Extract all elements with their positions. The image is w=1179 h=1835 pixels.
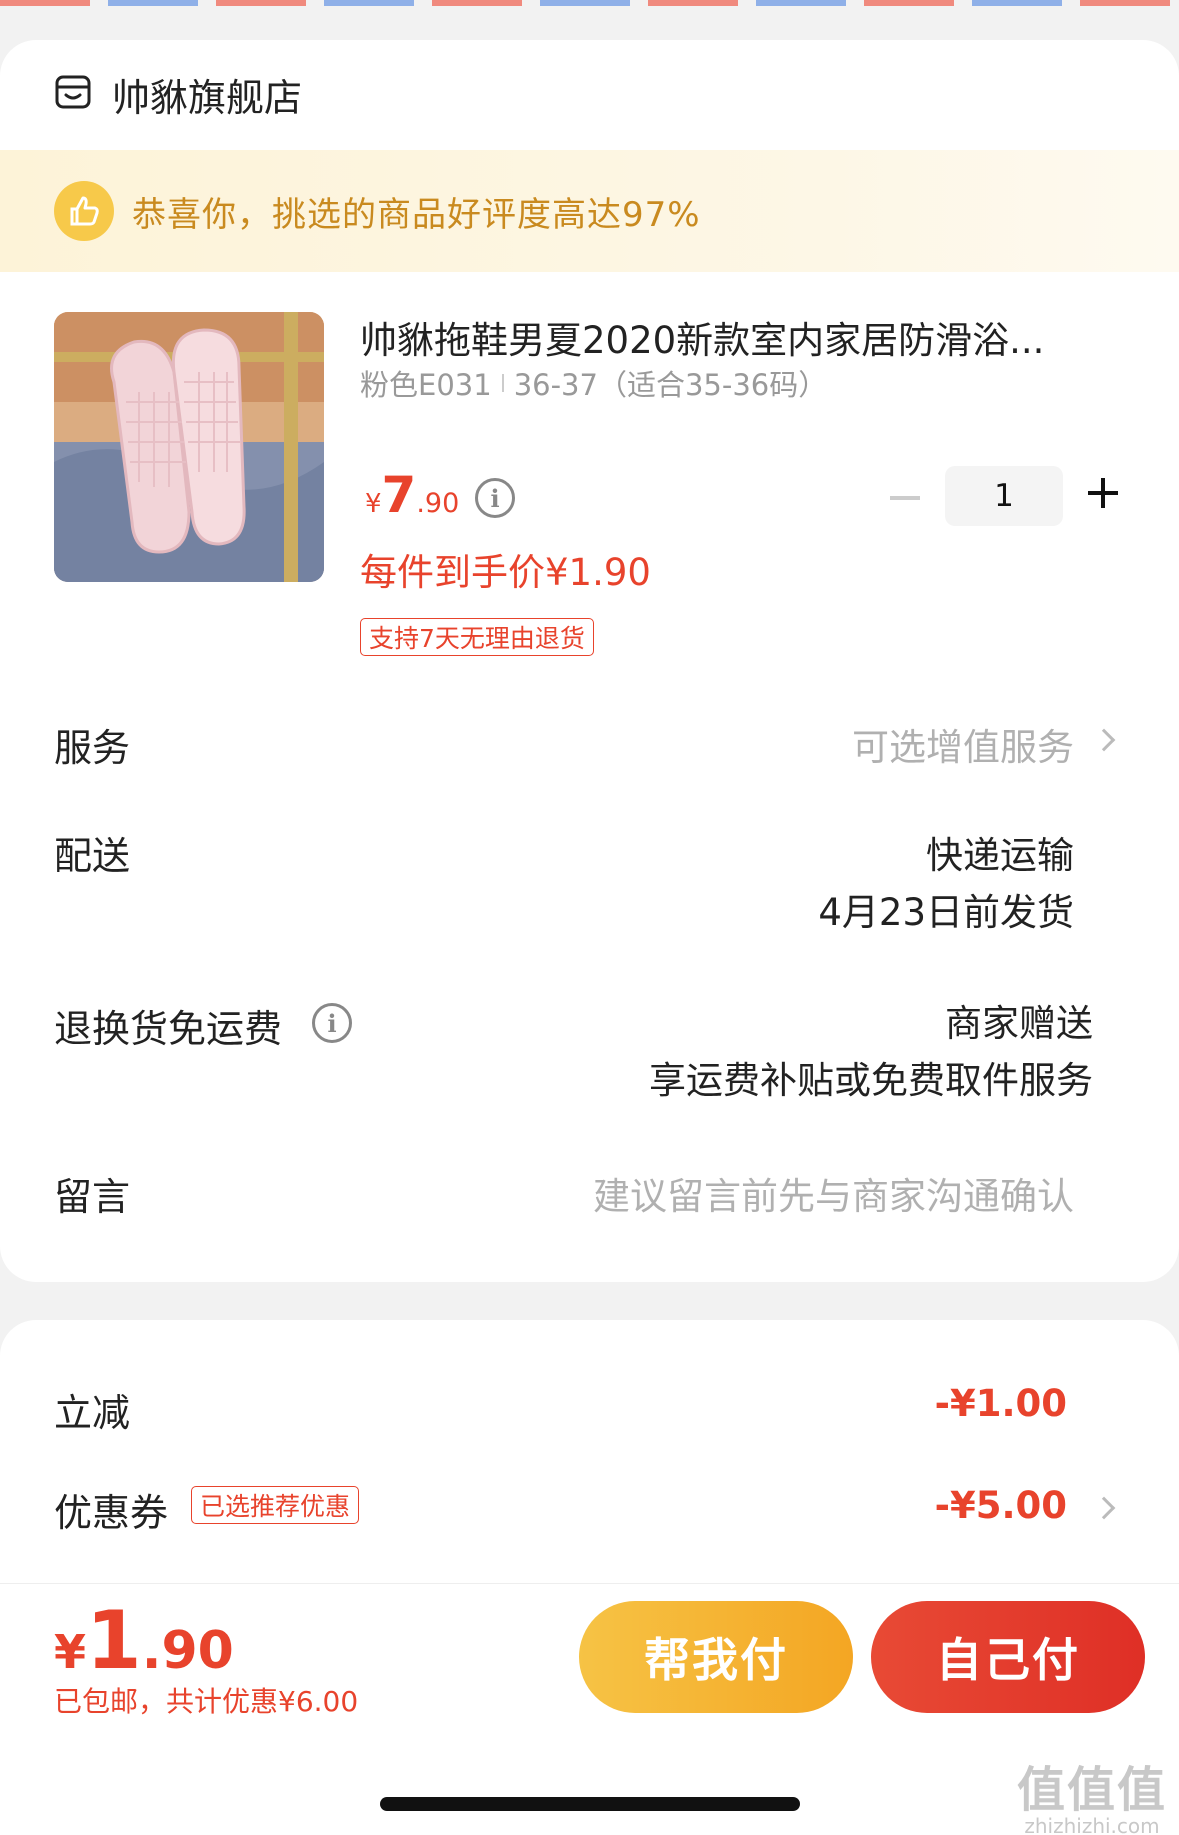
rating-banner: 恭喜你，挑选的商品好评度高达97% <box>0 150 1179 272</box>
total-price: ¥1.90 <box>54 1594 234 1687</box>
quantity-decrease-button[interactable] <box>890 496 920 500</box>
product-title[interactable]: 帅貅拖鞋男夏2020新款室内家居防滑浴... <box>360 310 1120 364</box>
product-spec[interactable]: 粉色E031 36-37（适合35-36码） <box>360 362 827 404</box>
thumbs-up-icon <box>54 181 114 241</box>
return-policy-badge: 支持7天无理由退货 <box>360 618 594 656</box>
total-integer: 1 <box>86 1594 142 1687</box>
instant-discount-value: -¥1.00 <box>934 1382 1067 1425</box>
coupon-label: 优惠券 <box>54 1491 169 1535</box>
delivery-method: 快递运输 <box>926 834 1074 877</box>
total-summary: 已包邮，共计优惠¥6.00 <box>54 1685 359 1718</box>
airmail-stripe <box>0 0 1179 6</box>
message-label: 留言 <box>54 1175 131 1219</box>
coupon-badge: 已选推荐优惠 <box>191 1486 360 1524</box>
delivery-date: 4月23日前发货 <box>818 891 1074 934</box>
return-info-icon[interactable]: i <box>312 1003 352 1043</box>
store-name: 帅貅旗舰店 <box>112 75 303 120</box>
watermark: 值值值 zhizhizhi.com <box>1017 1750 1167 1835</box>
store-header[interactable]: 帅貅旗舰店 <box>54 64 302 124</box>
store-icon <box>54 73 92 115</box>
total-decimal: .90 <box>141 1621 234 1681</box>
price-decimal: .90 <box>416 488 460 519</box>
price-integer: 7 <box>381 466 417 524</box>
return-shipping-detail: 享运费补贴或免费取件服务 <box>649 1059 1093 1102</box>
delivery-label: 配送 <box>54 834 131 878</box>
return-shipping-value: 商家赠送 <box>945 1002 1093 1045</box>
quantity-increase-button[interactable] <box>1088 478 1118 508</box>
spec-size: 36-37（适合35-36码） <box>513 368 828 402</box>
return-shipping-label: 退换货免运费 <box>54 1007 283 1051</box>
quantity-input[interactable]: 1 <box>945 466 1063 526</box>
rating-text: 恭喜你，挑选的商品好评度高达97% <box>132 195 701 235</box>
product-image[interactable] <box>54 312 324 582</box>
price-info-icon[interactable]: i <box>475 478 515 518</box>
service-value[interactable]: 可选增值服务 <box>852 717 1074 771</box>
spec-color: 粉色E031 <box>360 368 492 402</box>
coupon-value[interactable]: -¥5.00 <box>935 1484 1067 1527</box>
price-currency: ¥ <box>365 489 382 519</box>
per-item-price: 每件到手价¥1.90 <box>360 551 651 594</box>
instant-discount-label: 立减 <box>54 1391 131 1435</box>
spec-divider <box>501 374 504 392</box>
home-indicator[interactable] <box>380 1797 800 1811</box>
watermark-logo: 值值值 <box>1016 1762 1167 1818</box>
watermark-url: zhizhizhi.com <box>1024 1814 1160 1835</box>
total-currency: ¥ <box>54 1625 87 1679</box>
product-price: ¥7.90 <box>365 466 459 524</box>
service-label: 服务 <box>54 726 131 770</box>
self-pay-button[interactable]: 自己付 <box>871 1601 1145 1713</box>
message-input[interactable]: 建议留言前先与商家沟通确认 <box>593 1166 1074 1220</box>
help-pay-button[interactable]: 帮我付 <box>579 1601 853 1713</box>
